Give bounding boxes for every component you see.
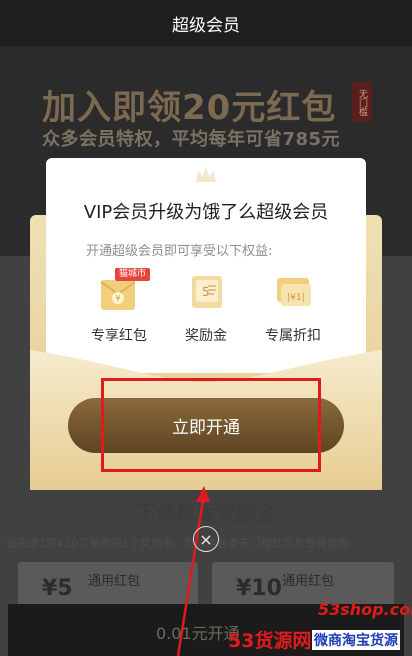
modal-title: VIP会员升级为饿了么超级会员 bbox=[83, 202, 329, 223]
coupon-label: 通用红包 bbox=[282, 574, 335, 589]
coupon-amount: ¥10 bbox=[236, 576, 282, 601]
hero-tag: 无门槛 bbox=[352, 82, 372, 122]
pointer-arrow-icon bbox=[176, 486, 210, 656]
discount-ticket-icon: |¥1| bbox=[277, 278, 311, 306]
benefit-discount: |¥1| 专属折扣 bbox=[248, 268, 338, 348]
hero-subtitle: 众多会员特权，平均每年可省785元 bbox=[42, 129, 341, 150]
svg-text:5: 5 bbox=[202, 285, 210, 299]
bonus-coin-icon: 5 bbox=[192, 276, 222, 308]
benefit-red-packet: ¥ 猫城市 专享红包 bbox=[74, 268, 164, 348]
svg-text:¥: ¥ bbox=[115, 294, 120, 303]
page-title: 超级会员 bbox=[172, 15, 240, 36]
watermark-brand: 53货源网 bbox=[228, 630, 312, 652]
benefit-tag: 猫城市 bbox=[115, 268, 151, 281]
crown-icon bbox=[196, 168, 216, 182]
header-bar: 超级会员 bbox=[0, 0, 412, 46]
coupon-label: 通用红包 bbox=[88, 574, 141, 589]
watermark-site: 53shop.com bbox=[318, 600, 412, 619]
highlight-box bbox=[101, 378, 321, 472]
benefit-bonus: 5 奖励金 bbox=[161, 268, 251, 348]
svg-text:|¥1|: |¥1| bbox=[287, 293, 305, 303]
watermark-slogan: 微商淘宝货源 bbox=[312, 630, 400, 650]
close-modal-button[interactable]: × bbox=[193, 526, 219, 552]
coupon-amount: ¥5 bbox=[42, 576, 73, 601]
modal-subtitle: 开通超级会员即可享受以下权益: bbox=[86, 244, 273, 259]
hero-title: 加入即领20元红包 bbox=[42, 88, 337, 128]
